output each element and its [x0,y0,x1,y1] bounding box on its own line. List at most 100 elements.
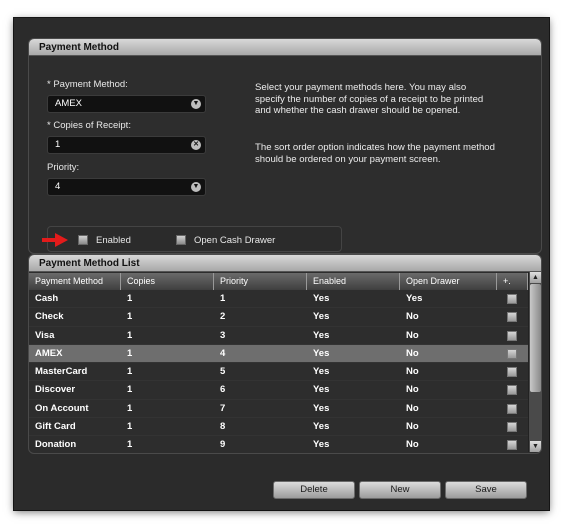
column-header-enabled[interactable]: Enabled [307,273,400,290]
scroll-down-icon[interactable]: ▼ [530,441,541,452]
table-row[interactable]: Visa 1 3 Yes No [29,327,528,345]
row-checkbox[interactable] [507,348,517,359]
row-checkbox[interactable] [507,440,517,451]
payment-method-label: * Payment Method: [47,79,128,90]
panel-title: Payment Method [29,39,541,56]
payment-method-select[interactable]: AMEX ▼ [47,95,206,113]
scroll-up-icon[interactable]: ▲ [530,272,541,283]
cell-name: Cash [35,293,59,304]
table-row[interactable]: Check 1 2 Yes No [29,308,528,327]
copies-value: 1 [55,139,61,150]
row-checkbox[interactable] [507,330,517,341]
row-checkbox[interactable] [507,422,517,433]
cell-open-drawer: No [406,329,419,341]
cell-priority: 8 [220,421,226,433]
cell-enabled: Yes [313,329,330,341]
vertical-scrollbar[interactable]: ▲ ▼ [528,272,541,452]
cell-priority: 1 [220,293,226,304]
cell-copies: 1 [127,421,133,433]
cell-priority: 2 [220,311,226,323]
cell-priority: 3 [220,329,226,341]
payment-method-window: Payment Method * Payment Method: AMEX ▼ … [14,18,549,510]
cell-priority: 5 [220,366,226,378]
delete-button[interactable]: Delete [273,481,355,499]
cell-open-drawer: No [406,311,419,323]
payment-method-list-panel: Payment Method List Payment Method Copie… [28,254,542,454]
cell-name: Check [35,311,64,323]
cell-name: MasterCard [35,366,88,378]
open-cash-drawer-checkbox[interactable] [176,235,186,245]
cell-open-drawer: No [406,384,419,396]
cell-copies: 1 [127,329,133,341]
cell-priority: 7 [220,402,226,414]
help-text-2: The sort order option indicates how the … [255,142,495,165]
cell-name: Donation [35,439,77,451]
cell-open-drawer: No [406,366,419,378]
cell-copies: 1 [127,366,133,378]
red-arrow-icon [42,233,68,247]
payment-method-panel: Payment Method * Payment Method: AMEX ▼ … [28,38,542,254]
clear-x-icon[interactable]: ✕ [191,140,201,150]
column-header-select[interactable]: +. [497,273,528,290]
cell-name: Visa [35,329,55,341]
chevron-down-icon[interactable]: ▼ [191,99,201,109]
cell-enabled: Yes [313,402,330,414]
cell-copies: 1 [127,293,133,304]
enabled-checkbox[interactable] [78,235,88,245]
help-text-1: Select your payment methods here. You ma… [255,82,484,116]
table-row[interactable]: Gift Card 1 8 Yes No [29,418,528,437]
cell-enabled: Yes [313,311,330,323]
cell-name: Discover [35,384,76,396]
column-header-copies[interactable]: Copies [121,273,214,290]
cell-name: On Account [35,402,89,414]
cell-priority: 6 [220,384,226,396]
cell-enabled: Yes [313,421,330,433]
enabled-label: Enabled [96,235,131,246]
copies-input[interactable]: 1 ✕ [47,136,206,154]
cell-enabled: Yes [313,293,330,304]
cell-copies: 1 [127,347,133,359]
new-button[interactable]: New [359,481,441,499]
priority-label: Priority: [47,162,80,173]
cell-copies: 1 [127,384,133,396]
cell-name: AMEX [35,347,63,359]
table-row-selected[interactable]: AMEX 1 4 Yes No [29,344,528,364]
open-cash-drawer-label: Open Cash Drawer [194,235,276,246]
cell-enabled: Yes [313,347,330,359]
panel-title: Payment Method List [29,255,541,272]
cell-enabled: Yes [313,384,330,396]
payment-method-value: AMEX [55,98,82,109]
table-row[interactable]: Donation 1 9 Yes No [29,436,528,453]
cell-enabled: Yes [313,439,330,451]
grid-body: Cash 1 1 Yes Yes Check 1 2 Yes No Visa 1… [29,290,528,453]
options-group: Enabled Open Cash Drawer [42,226,342,252]
table-row[interactable]: Discover 1 6 Yes No [29,381,528,400]
scroll-thumb[interactable] [530,284,541,392]
cell-copies: 1 [127,311,133,323]
row-checkbox[interactable] [507,403,517,414]
copies-label: * Copies of Receipt: [47,120,131,131]
row-checkbox[interactable] [507,294,517,304]
column-header-payment-method[interactable]: Payment Method [29,273,121,290]
row-checkbox[interactable] [507,385,517,396]
column-header-priority[interactable]: Priority [214,273,307,290]
cell-open-drawer: No [406,421,419,433]
chevron-down-icon[interactable]: ▼ [191,182,201,192]
cell-name: Gift Card [35,421,76,433]
column-header-open-drawer[interactable]: Open Drawer [400,273,497,290]
table-row[interactable]: On Account 1 7 Yes No [29,400,528,419]
table-row[interactable]: MasterCard 1 5 Yes No [29,363,528,382]
priority-select[interactable]: 4 ▼ [47,178,206,196]
cell-priority: 4 [220,347,226,359]
grid-header: Payment Method Copies Priority Enabled O… [29,273,528,290]
cell-open-drawer: No [406,402,419,414]
cell-open-drawer: No [406,347,419,359]
save-button[interactable]: Save [445,481,527,499]
row-checkbox[interactable] [507,312,517,323]
cell-priority: 9 [220,439,226,451]
cell-copies: 1 [127,439,133,451]
cell-enabled: Yes [313,366,330,378]
cell-copies: 1 [127,402,133,414]
table-row[interactable]: Cash 1 1 Yes Yes [29,290,528,309]
row-checkbox[interactable] [507,367,517,378]
